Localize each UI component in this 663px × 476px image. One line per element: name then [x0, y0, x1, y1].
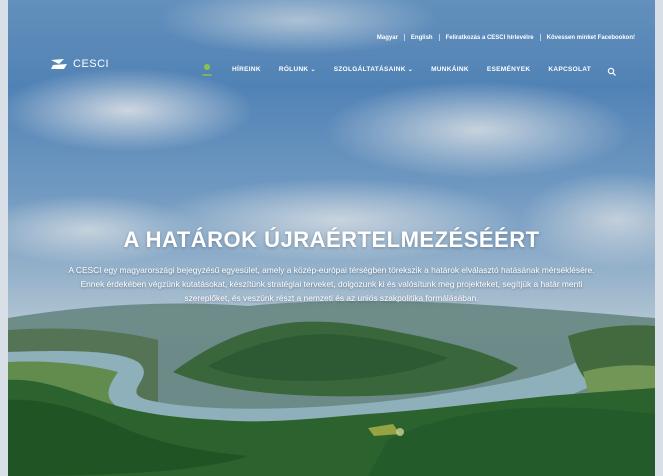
facebook-follow-link[interactable]: Kövessen minket Facebookon!	[541, 35, 641, 41]
main-navbar: CESCI HÍREINK RÓLUNK ⌄ SZOLGÁLTATÁSAINK ⌄ …	[8, 52, 655, 82]
nav-item-label: SZOLGÁLTATÁSAINK	[333, 65, 406, 73]
nav-item-contact[interactable]: KAPCSOLAT	[548, 66, 591, 73]
search-icon[interactable]	[607, 64, 617, 76]
nav-item-services[interactable]: SZOLGÁLTATÁSAINK ⌄	[334, 66, 413, 73]
page-gutter-left	[0, 0, 8, 476]
nav-item-label: HÍREINK	[232, 65, 261, 73]
chevron-down-icon: ⌄	[407, 66, 414, 73]
top-links: Magyar English Feliratkozás a CESCI hírl…	[371, 34, 641, 41]
nav-item-news[interactable]: HÍREINK	[232, 66, 261, 73]
nav-item-about[interactable]: RÓLUNK ⌄	[279, 66, 316, 73]
chevron-down-icon: ⌄	[310, 66, 316, 73]
hero-intro-text: A CESCI egy magyarországi bejegyzésű egy…	[68, 265, 595, 303]
nav-item-events[interactable]: ESEMÉNYEK	[487, 66, 531, 73]
logo-text: CESCI	[73, 58, 110, 70]
main-menu: HÍREINK RÓLUNK ⌄ SZOLGÁLTATÁSAINK ⌄ MUNKÁI…	[198, 60, 617, 78]
hero-section: Magyar English Feliratkozás a CESCI hírl…	[8, 0, 655, 476]
nav-item-label: KAPCSOLAT	[548, 65, 592, 73]
page: Magyar English Feliratkozás a CESCI hírl…	[0, 0, 663, 476]
cesci-logo-icon	[51, 59, 67, 69]
newsletter-subscribe-link[interactable]: Feliratkozás a CESCI hírlevélre	[440, 35, 540, 41]
search-glyph	[607, 67, 616, 76]
nav-item-label: ESEMÉNYEK	[486, 65, 531, 73]
home-icon	[202, 64, 212, 76]
home-button[interactable]	[198, 60, 216, 78]
nav-item-label: RÓLUNK	[278, 65, 309, 73]
hero-headline: A HATÁROK ÚJRAÉRTELMEZÉSÉÉRT	[123, 226, 540, 252]
language-hungarian-link[interactable]: Magyar	[371, 35, 404, 41]
nav-item-label: MUNKÁINK	[431, 65, 469, 73]
nav-item-works[interactable]: MUNKÁINK	[431, 66, 469, 73]
page-gutter-right	[655, 0, 663, 476]
site-logo[interactable]: CESCI	[50, 58, 109, 70]
top-utility-bar: Magyar English Feliratkozás a CESCI hírl…	[8, 34, 655, 50]
language-english-link[interactable]: English	[405, 35, 439, 41]
